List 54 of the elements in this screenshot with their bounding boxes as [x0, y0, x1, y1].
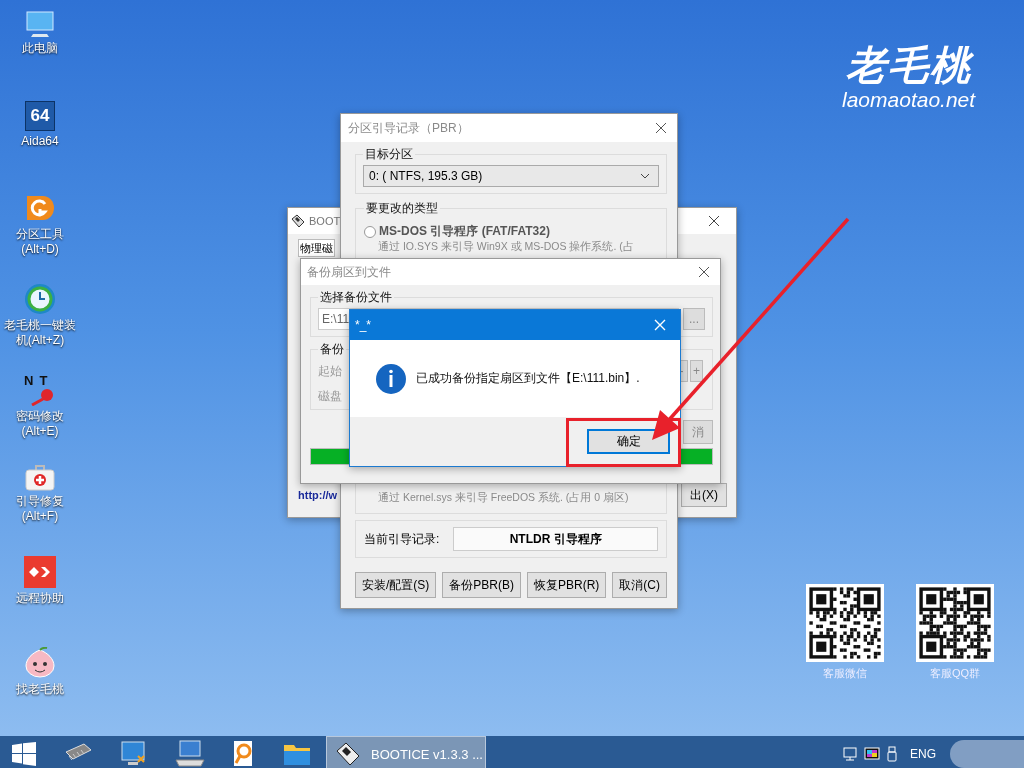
desktop-icon-label[interactable]: Aida64 — [21, 134, 59, 149]
chevron-down-icon — [640, 173, 650, 179]
desktop-icon-label[interactable]: 分区工具 (Alt+D) — [16, 227, 64, 257]
group-title: 选择备份文件 — [319, 289, 393, 306]
close-icon[interactable] — [655, 122, 667, 134]
website-link[interactable]: http://w — [298, 489, 338, 501]
qr-caption: 客服微信 — [823, 666, 867, 681]
window-title: BOOT — [309, 215, 341, 227]
windows-start-icon[interactable] — [12, 742, 36, 766]
usb-icon[interactable] — [886, 746, 898, 762]
window-title: *_* — [355, 318, 371, 332]
desktop-icon-label[interactable]: 老毛桃一键装机(Alt+Z) — [2, 318, 78, 348]
group-title: 备份 — [319, 341, 345, 358]
app-icon[interactable]: 64 — [25, 101, 55, 131]
window-title: 备份扇区到文件 — [307, 263, 391, 281]
folder-icon[interactable] — [283, 742, 311, 766]
message-text: 已成功备份指定扇区到文件【E:\111.bin】. — [416, 370, 640, 387]
color-display-icon[interactable] — [864, 746, 880, 762]
current-record-label: 当前引导记录: — [364, 530, 440, 548]
group-title: 目标分区 — [364, 146, 414, 163]
window-title: 分区引导记录（PBR） — [348, 119, 469, 137]
close-icon[interactable] — [708, 215, 720, 227]
dialog-button[interactable]: 取消(C) — [612, 572, 668, 598]
logo-title: 老毛桃 — [845, 42, 972, 88]
option-description: 通过 IO.SYS 来引导 Win9X 或 MS-DOS 操作系统. (占 — [377, 240, 635, 254]
computer-icon[interactable] — [25, 10, 55, 38]
task-label: BOOTICE v1.3.3 ... — [371, 746, 483, 762]
field-label: 磁盘 — [318, 388, 343, 405]
monitor-icon[interactable] — [120, 740, 148, 768]
field-label: 起始 — [318, 362, 342, 380]
logo-url: laomaotao.net — [842, 88, 976, 112]
option-label[interactable]: MS-DOS 引导程序 (FAT/FAT32) — [379, 223, 550, 240]
close-icon[interactable] — [698, 266, 710, 278]
dialog-button[interactable]: 安装/配置(S) — [355, 572, 437, 598]
group-title: 要更改的类型 — [365, 200, 439, 217]
peach-mascot-icon[interactable] — [24, 647, 56, 679]
disk-tab[interactable]: 物理磁 — [298, 239, 335, 257]
qr-caption: 客服QQ群 — [929, 666, 981, 681]
option-description: 通过 Kernel.sys 来引导 FreeDOS 系统. (占用 0 扇区) — [377, 491, 630, 505]
computer-keyboard-icon[interactable] — [175, 740, 205, 768]
dialog-button[interactable]: 恢复PBR(R) — [527, 572, 607, 598]
network-icon[interactable] — [842, 746, 858, 762]
dialog-button[interactable]: 备份PBR(B) — [442, 572, 521, 598]
ok-button[interactable]: 确定 — [587, 429, 670, 454]
language-indicator[interactable]: ENG — [910, 747, 936, 761]
remote-assist-icon[interactable] — [24, 556, 56, 588]
radio-button[interactable] — [364, 225, 376, 238]
medical-kit-icon[interactable] — [25, 465, 55, 491]
current-record-value: NTLDR 引导程序 — [453, 527, 658, 551]
exit-button[interactable]: 出(X) — [681, 483, 727, 507]
desktop-icon-label[interactable]: 此电脑 — [22, 41, 58, 56]
partition-dropdown[interactable]: 0: ( NTFS, 195.3 GB) — [363, 165, 659, 187]
info-icon — [376, 363, 406, 394]
clock-icon[interactable] — [24, 283, 56, 315]
